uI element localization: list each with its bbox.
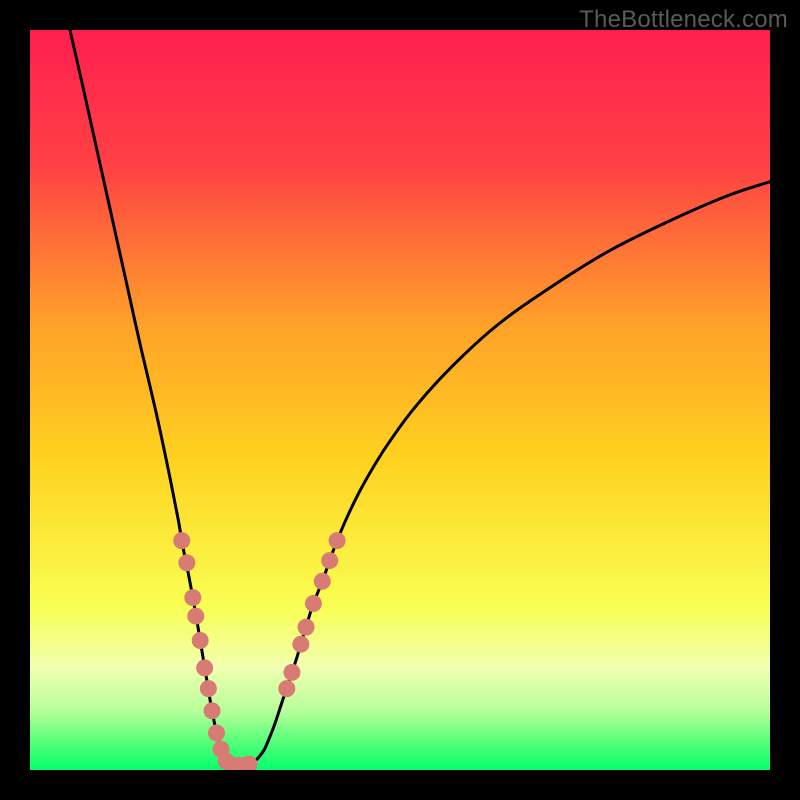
curve-markers	[173, 532, 345, 770]
bottleneck-curve	[70, 30, 770, 766]
curve-marker	[208, 725, 225, 742]
curve-marker	[283, 664, 300, 681]
curve-marker	[298, 619, 315, 636]
curve-marker	[178, 554, 195, 571]
curve-marker	[321, 552, 338, 569]
curve-marker	[329, 532, 346, 549]
curve-layer	[30, 30, 770, 770]
curve-marker	[184, 589, 201, 606]
curve-marker	[292, 636, 309, 653]
curve-marker	[278, 680, 295, 697]
curve-marker	[314, 573, 331, 590]
curve-marker	[173, 532, 190, 549]
curve-marker	[192, 632, 209, 649]
curve-marker	[187, 608, 204, 625]
chart-canvas: TheBottleneck.com	[0, 0, 800, 800]
curve-marker	[204, 702, 221, 719]
curve-marker	[200, 680, 217, 697]
curve-marker	[305, 595, 322, 612]
watermark-text: TheBottleneck.com	[579, 6, 788, 34]
plot-area	[30, 30, 770, 770]
curve-marker	[196, 659, 213, 676]
